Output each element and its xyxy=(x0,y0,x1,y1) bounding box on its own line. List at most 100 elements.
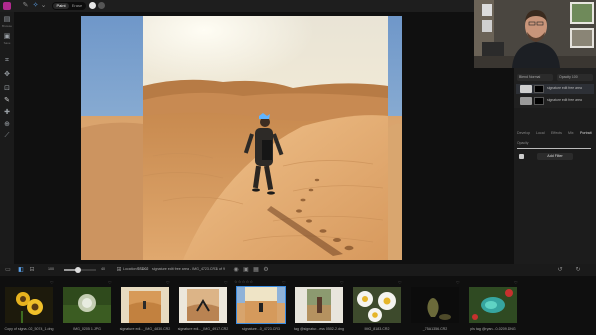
filter-opacity-fill xyxy=(517,148,591,149)
brush-settings-icon[interactable]: ✎ xyxy=(22,2,29,9)
zoom-slider[interactable] xyxy=(64,267,96,273)
add-filter-row: Add Filter xyxy=(517,153,593,161)
heart-icon[interactable]: ♡ xyxy=(166,280,170,285)
thumbnail[interactable] xyxy=(469,287,517,323)
heart-icon[interactable]: ♡ xyxy=(282,280,286,285)
thumbnail-name: tag @signatur...ess 0502-2.dng xyxy=(294,327,344,331)
save-icon[interactable]: ▣ xyxy=(3,32,11,40)
filmstrip-item[interactable]: ♡ Copy of signa..02_5074_1.dng xyxy=(0,276,58,335)
tab-mix[interactable]: Mix xyxy=(568,131,574,135)
layer-mask-thumbnail[interactable] xyxy=(534,85,544,93)
webcam-feed xyxy=(474,0,596,68)
add-filter-button[interactable]: Add Filter xyxy=(537,153,573,160)
layer-thumbnail xyxy=(520,85,532,93)
heart-icon[interactable]: ♡ xyxy=(224,280,228,285)
filter-opacity-row: Opacity xyxy=(517,141,593,153)
sort-icon[interactable]: ⊞ xyxy=(115,266,123,274)
chevron-down-icon[interactable]: ⌄ xyxy=(40,2,47,9)
filter-opacity-label: Opacity xyxy=(517,141,529,145)
filmstrip-item[interactable]: ♡ pls tag @ryan...0-0209.DNG xyxy=(464,276,522,335)
browse-icon[interactable]: ▤ xyxy=(3,15,11,23)
location-value[interactable]: SSD02 xyxy=(137,267,148,271)
clone-icon[interactable]: ⊕ xyxy=(3,120,11,128)
browse-label: Browse xyxy=(1,24,12,28)
image-canvas[interactable] xyxy=(14,12,514,264)
left-tool-rail: ▤ Browse ▣ Save ⌗ ✥ ⊡ ✎ ✚ ⊕ ⟋ xyxy=(0,12,14,264)
grid-icon[interactable]: ▦ xyxy=(252,266,260,274)
heart-icon[interactable]: ♡ xyxy=(108,280,112,285)
filmstrip-item[interactable]: ♡ _75A1356.CR2 xyxy=(406,276,464,335)
heal-icon[interactable]: ✚ xyxy=(3,108,11,116)
blend-mode-select[interactable]: Blend Normal xyxy=(517,74,553,81)
filter-opacity-slider[interactable] xyxy=(517,148,591,149)
paint-mode-button[interactable]: Paint xyxy=(53,3,69,9)
thumbnail[interactable] xyxy=(353,287,401,323)
opacity-value: 100 xyxy=(571,75,578,79)
settings-icon[interactable]: ⚙ xyxy=(262,266,270,274)
transform-icon[interactable]: ⊡ xyxy=(3,84,11,92)
layer-thumbnail xyxy=(520,97,532,105)
tab-local[interactable]: Local xyxy=(536,131,545,135)
eye-icon[interactable]: ◉ xyxy=(232,266,240,274)
brush-icon[interactable]: ✎ xyxy=(3,96,11,104)
tab-develop[interactable]: Develop xyxy=(517,131,530,135)
tab-effects[interactable]: Effects xyxy=(551,131,562,135)
heart-icon[interactable]: ♡ xyxy=(50,280,54,285)
filter-visibility-icon[interactable] xyxy=(519,154,524,159)
thumbnail[interactable] xyxy=(121,287,169,323)
page-count: 1 of 9 xyxy=(216,267,225,271)
layer-row[interactable]: signature edit free area xyxy=(516,96,594,106)
heart-icon[interactable]: ♡ xyxy=(340,280,344,285)
thumbnail-name: signature edi..._IMG_4917.CR2 xyxy=(177,327,229,331)
heart-icon[interactable]: ♡ xyxy=(456,280,460,285)
layer-row[interactable]: signature edit free area xyxy=(516,84,594,94)
thumbnail[interactable] xyxy=(179,287,227,323)
layer-opacity-field[interactable]: Opacity 100 xyxy=(557,74,593,81)
move-icon[interactable]: ✥ xyxy=(3,70,11,78)
heart-icon[interactable]: ♡ xyxy=(398,280,402,285)
thumbnail[interactable] xyxy=(236,286,286,324)
panel-toggle-icon[interactable]: ▭ xyxy=(4,266,12,274)
thumbnail[interactable] xyxy=(411,287,459,323)
text-icon[interactable] xyxy=(3,136,11,144)
desert-photo xyxy=(143,16,388,260)
erase-mode-button[interactable]: Erase xyxy=(69,3,85,9)
filmstrip-item[interactable]: ♡ signature edi..._IMG_4917.CR2 xyxy=(174,276,232,335)
zoom-value: 100 xyxy=(48,267,54,271)
thumbnail[interactable] xyxy=(63,287,111,323)
undo-icon[interactable]: ↺ xyxy=(556,266,564,274)
split-view-icon[interactable]: ◧ xyxy=(17,266,25,274)
filmstrip-item[interactable]: ♡ IMG_0205 1.JPG xyxy=(58,276,116,335)
filmstrip-item-selected[interactable]: ☆☆☆☆☆ ♡ signature...0_4723.CR3 xyxy=(232,276,290,335)
erase-reset-icon[interactable] xyxy=(89,2,96,9)
heart-icon[interactable]: ♡ xyxy=(514,280,518,285)
tab-portrait[interactable]: Portrait xyxy=(580,131,592,135)
redo-icon[interactable]: ↻ xyxy=(574,266,582,274)
thumbnail[interactable] xyxy=(295,287,343,323)
zoom-slider-knob[interactable] xyxy=(75,267,82,273)
thumbnail[interactable] xyxy=(5,287,53,323)
blend-value: Normal xyxy=(528,75,541,79)
filmstrip-item[interactable]: ♡ tag @signatur...ess 0502-2.dng xyxy=(290,276,348,335)
layers-panel: Blend Normal Opacity 100 signature edit … xyxy=(514,68,596,264)
star-rating[interactable]: ☆☆☆☆☆ xyxy=(234,279,253,284)
paint-erase-toggle[interactable]: Paint Erase xyxy=(52,2,86,10)
filmstrip-item[interactable]: ♡ IMG_8183.CR2 xyxy=(348,276,406,335)
filmstrip: ♡ Copy of signa..02_5074_1.dng ♡ IMG_020… xyxy=(0,276,596,335)
save-label: Save xyxy=(3,41,11,45)
info-icon[interactable]: ▣ xyxy=(242,266,250,274)
opacity-label: Opacity xyxy=(559,75,571,79)
crop-icon[interactable]: ⌗ xyxy=(3,56,11,64)
layer-mask-thumbnail[interactable] xyxy=(534,97,544,105)
file-path: signature edit free area - IMG_4723.CR3 xyxy=(152,267,218,271)
thumbnail-name: _75A1356.CR2 xyxy=(422,327,448,331)
thumbnail-name: IMG_8183.CR2 xyxy=(364,327,390,331)
layer-name: signature edit free area xyxy=(547,86,582,90)
filmstrip-item[interactable]: ♡ signature edi..._IMG_4830.CR2 xyxy=(116,276,174,335)
location-label: Location xyxy=(123,267,137,271)
app-logo-icon[interactable] xyxy=(3,2,11,10)
thumbnail-name: IMG_0205 1.JPG xyxy=(73,327,101,331)
overlay-toggle-icon[interactable] xyxy=(98,2,105,9)
magic-brush-icon[interactable]: ✧ xyxy=(32,2,39,9)
compare-icon[interactable]: ⊟ xyxy=(28,266,36,274)
